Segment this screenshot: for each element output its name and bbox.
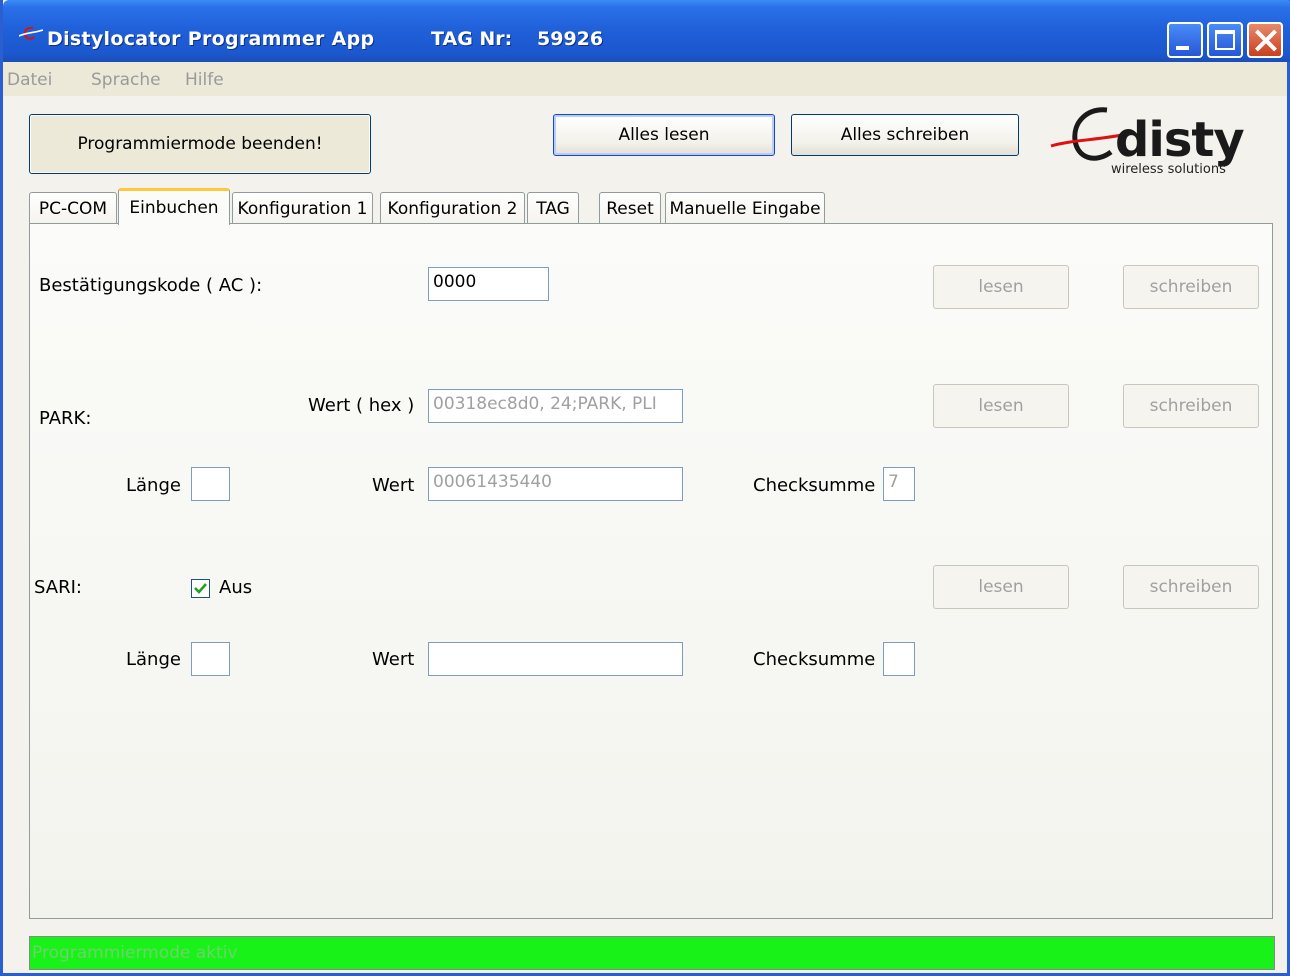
sari-checksum-input[interactable] bbox=[883, 642, 915, 676]
menu-bar: Datei Sprache Hilfe bbox=[3, 62, 1287, 96]
park-checksum-input[interactable]: 7 bbox=[883, 467, 915, 501]
sari-checksum-label: Checksumme bbox=[753, 649, 876, 670]
park-value-label: Wert bbox=[372, 475, 415, 496]
sari-length-input[interactable] bbox=[191, 642, 230, 676]
minimize-button[interactable] bbox=[1167, 22, 1203, 58]
einbuchen-panel: Bestätigungskode ( AC ): 0000 lesen schr… bbox=[29, 223, 1273, 919]
park-read-button[interactable]: lesen bbox=[933, 384, 1069, 428]
read-all-button[interactable]: Alles lesen bbox=[553, 114, 775, 156]
sari-off-checkbox[interactable] bbox=[191, 579, 210, 598]
ac-write-button[interactable]: schreiben bbox=[1123, 265, 1259, 309]
tab-tag[interactable]: TAG bbox=[527, 192, 579, 224]
menu-sprache[interactable]: Sprache bbox=[91, 70, 161, 90]
park-checksum-label: Checksumme bbox=[753, 475, 876, 496]
tab-reset[interactable]: Reset bbox=[599, 192, 661, 224]
sari-off-label: Aus bbox=[219, 577, 253, 598]
close-button[interactable] bbox=[1247, 22, 1283, 58]
park-length-input[interactable] bbox=[191, 467, 230, 501]
maximize-button[interactable] bbox=[1207, 22, 1243, 58]
write-all-button[interactable]: Alles schreiben bbox=[791, 114, 1019, 156]
sari-value-label: Wert bbox=[372, 649, 415, 670]
tab-konfiguration-1[interactable]: Konfiguration 1 bbox=[232, 192, 373, 224]
park-hex-input[interactable]: 00318ec8d0, 24;PARK, PLI bbox=[428, 389, 683, 423]
ac-label: Bestätigungskode ( AC ): bbox=[39, 275, 263, 296]
title-bar[interactable]: Distylocator Programmer App TAG Nr: 5992… bbox=[3, 0, 1290, 62]
menu-datei[interactable]: Datei bbox=[7, 70, 52, 90]
sari-write-button[interactable]: schreiben bbox=[1123, 565, 1259, 609]
tab-manuelle-eingabe[interactable]: Manuelle Eingabe bbox=[665, 192, 825, 224]
sari-length-label: Länge bbox=[126, 649, 181, 670]
tab-konfiguration-2[interactable]: Konfiguration 2 bbox=[380, 192, 525, 224]
app-logo-icon bbox=[19, 26, 43, 40]
checkmark-icon bbox=[194, 583, 207, 594]
park-hex-label: Wert ( hex ) bbox=[308, 395, 415, 416]
sari-label: SARI: bbox=[34, 577, 82, 598]
tag-number-value: 59926 bbox=[537, 28, 604, 50]
end-program-mode-button[interactable]: Programmiermode beenden! bbox=[29, 114, 371, 174]
status-bar: Programmiermode aktiv bbox=[29, 936, 1275, 970]
park-label: PARK: bbox=[39, 408, 92, 429]
park-length-label: Länge bbox=[126, 475, 181, 496]
tab-einbuchen[interactable]: Einbuchen bbox=[118, 188, 230, 225]
app-window: Distylocator Programmer App TAG Nr: 5992… bbox=[0, 0, 1290, 976]
disty-logo: disty wireless solutions bbox=[1049, 106, 1279, 182]
ac-read-button[interactable]: lesen bbox=[933, 265, 1069, 309]
menu-hilfe[interactable]: Hilfe bbox=[185, 70, 224, 90]
logo-tagline: wireless solutions bbox=[1111, 162, 1226, 177]
logo-name: disty bbox=[1115, 112, 1245, 168]
park-value-input[interactable]: 00061435440 bbox=[428, 467, 683, 501]
park-write-button[interactable]: schreiben bbox=[1123, 384, 1259, 428]
window-title: Distylocator Programmer App bbox=[47, 28, 375, 50]
ac-input[interactable]: 0000 bbox=[428, 267, 549, 301]
tab-pc-com[interactable]: PC-COM bbox=[29, 192, 117, 224]
tag-number-label: TAG Nr: bbox=[431, 28, 513, 50]
sari-read-button[interactable]: lesen bbox=[933, 565, 1069, 609]
sari-value-input[interactable] bbox=[428, 642, 683, 676]
